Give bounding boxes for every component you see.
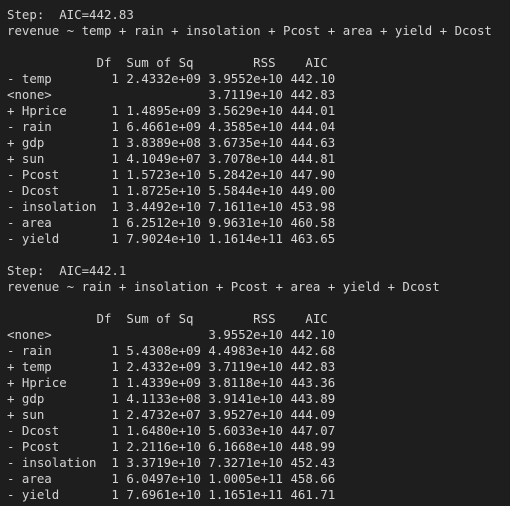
table-row: - rain 1 5.4308e+09 4.4983e+10 442.68	[7, 343, 336, 358]
table-row: + gdp 1 3.8389e+08 3.6735e+10 444.63	[7, 135, 336, 150]
table-row: - insolation 1 3.3719e+10 7.3271e+10 452…	[7, 455, 336, 470]
table-row: <none> 3.7119e+10 442.83	[7, 87, 336, 102]
table-row: <none> 3.9552e+10 442.10	[7, 327, 336, 342]
table-row: - insolation 1 3.4492e+10 7.1611e+10 453…	[7, 199, 336, 214]
r-console-output[interactable]: Step: AIC=442.83 revenue ~ temp + rain +…	[0, 0, 510, 506]
step-aic-line: Step: AIC=442.83	[7, 7, 134, 22]
table-row: + sun 1 4.1049e+07 3.7078e+10 444.81	[7, 151, 336, 166]
table-row: - Pcost 1 2.2116e+10 6.1668e+10 448.99	[7, 439, 336, 454]
table-row: + temp 1 2.4332e+09 3.7119e+10 442.83	[7, 359, 336, 374]
table-row: + Hprice 1 1.4895e+09 3.5629e+10 444.01	[7, 103, 336, 118]
table-row: + Hprice 1 1.4339e+09 3.8118e+10 443.36	[7, 375, 336, 390]
table-row: - yield 1 7.6961e+10 1.1651e+11 461.71	[7, 487, 336, 502]
table-row: - area 1 6.0497e+10 1.0005e+11 458.66	[7, 471, 336, 486]
table-header: Df Sum of Sq RSS AIC	[7, 311, 328, 326]
table-row: - Pcost 1 1.5723e+10 5.2842e+10 447.90	[7, 167, 336, 182]
model-formula: revenue ~ rain + insolation + Pcost + ar…	[7, 279, 440, 294]
table-row: + sun 1 2.4732e+07 3.9527e+10 444.09	[7, 407, 336, 422]
table-row: + gdp 1 4.1133e+08 3.9141e+10 443.89	[7, 391, 336, 406]
table-row: - temp 1 2.4332e+09 3.9552e+10 442.10	[7, 71, 336, 86]
table-row: - Dcost 1 1.6480e+10 5.6033e+10 447.07	[7, 423, 336, 438]
table-row: - rain 1 6.4661e+09 4.3585e+10 444.04	[7, 119, 336, 134]
table-row: - yield 1 7.9024e+10 1.1614e+11 463.65	[7, 231, 336, 246]
table-row: - Dcost 1 1.8725e+10 5.5844e+10 449.00	[7, 183, 336, 198]
model-formula: revenue ~ temp + rain + insolation + Pco…	[7, 23, 492, 38]
step-aic-line: Step: AIC=442.1	[7, 263, 127, 278]
table-header: Df Sum of Sq RSS AIC	[7, 55, 328, 70]
table-row: - area 1 6.2512e+10 9.9631e+10 460.58	[7, 215, 336, 230]
